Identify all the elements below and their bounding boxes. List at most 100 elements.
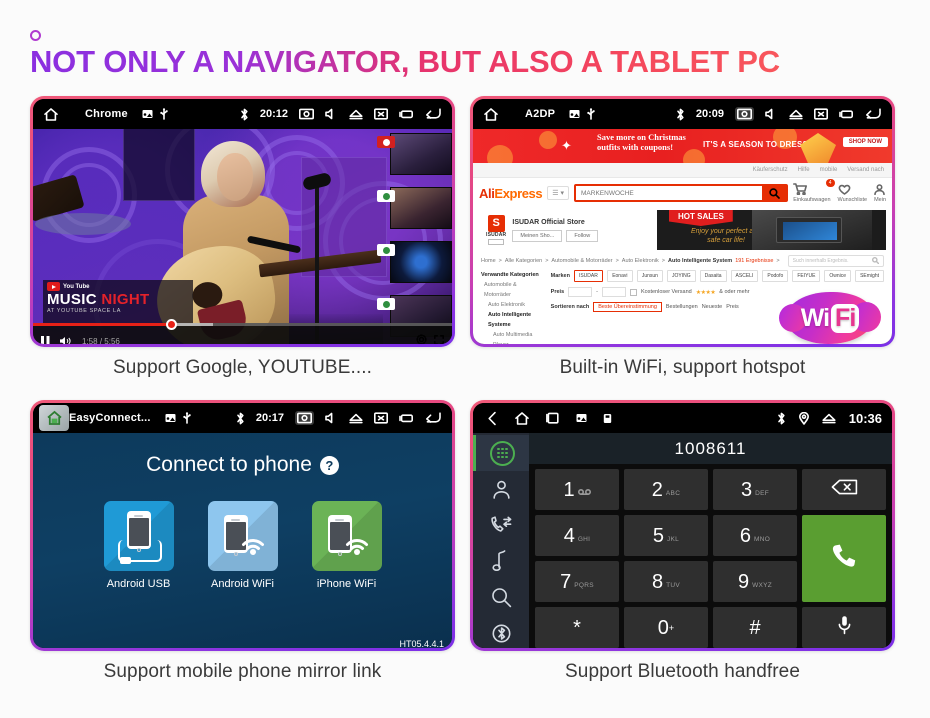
pause-button[interactable] xyxy=(41,336,50,344)
brand-chip[interactable]: Dasaita xyxy=(699,270,727,282)
close-icon[interactable] xyxy=(374,412,388,424)
phone-number-display[interactable]: 1008611 xyxy=(529,433,892,464)
connect-option-android-wifi[interactable]: Android WiFi xyxy=(207,501,278,590)
screenshot-icon[interactable] xyxy=(299,108,314,120)
home-icon[interactable] xyxy=(483,107,499,122)
category-dropdown[interactable]: ☰ ▾ xyxy=(547,186,570,200)
brand-chip[interactable]: Eonavi xyxy=(606,270,633,282)
key-9[interactable]: 9 WXYZ xyxy=(713,561,797,602)
bluetooth-settings-icon[interactable] xyxy=(473,615,529,648)
sort-price[interactable]: Preis xyxy=(726,304,739,310)
eject-icon[interactable] xyxy=(349,109,363,120)
mute-icon[interactable] xyxy=(765,108,778,120)
shop-now-button[interactable]: SHOP NOW xyxy=(842,137,888,147)
visit-store-button[interactable]: Meinen Sho... xyxy=(512,229,563,242)
back-icon[interactable] xyxy=(424,411,442,425)
connect-option-android-usb[interactable]: Android USB xyxy=(103,501,174,590)
fullscreen-icon[interactable] xyxy=(434,334,444,344)
topbar-link-help[interactable]: Hilfe xyxy=(798,167,810,173)
key-star[interactable]: * xyxy=(535,607,619,648)
breadcrumb-all-categories[interactable]: Alle Kategorien xyxy=(505,258,542,264)
related-video-list[interactable] xyxy=(377,129,452,344)
sidebar-item-multimedia[interactable]: Auto Multimedia Player xyxy=(481,330,543,344)
recents-icon[interactable] xyxy=(399,413,413,423)
close-icon[interactable] xyxy=(374,108,388,120)
screenshot-icon[interactable] xyxy=(735,107,754,121)
search-input[interactable] xyxy=(576,189,763,197)
phone-wifi-icon[interactable] xyxy=(207,501,278,571)
related-video-thumb[interactable] xyxy=(377,187,452,229)
sort-newest[interactable]: Neueste xyxy=(702,304,723,310)
follow-store-button[interactable]: Follow xyxy=(566,229,599,242)
sidebar-item-car-electronics[interactable]: Auto Elektronik xyxy=(481,300,543,310)
back-icon[interactable] xyxy=(424,107,442,121)
key-3[interactable]: 3 DEF xyxy=(713,469,797,510)
mute-icon[interactable] xyxy=(325,412,338,424)
dialpad-icon[interactable] xyxy=(473,435,529,471)
breadcrumb-home[interactable]: Home xyxy=(481,258,496,264)
related-video-thumb[interactable] xyxy=(377,133,452,175)
music-icon[interactable] xyxy=(473,543,529,579)
sidebar-item-intelligent-systems[interactable]: Auto Intelligente Systeme xyxy=(481,310,543,330)
brand-chip[interactable]: Junsun xyxy=(636,270,663,282)
topbar-link-buyer-protection[interactable]: Käuferschutz xyxy=(753,167,788,173)
topbar-link-mobile[interactable]: mobile xyxy=(820,167,838,173)
eject-icon[interactable] xyxy=(789,109,803,120)
key-2[interactable]: 2 ABC xyxy=(624,469,708,510)
back-icon[interactable] xyxy=(864,107,882,121)
progress-knob[interactable] xyxy=(166,319,178,330)
iphone-wifi-icon[interactable] xyxy=(311,501,382,571)
screenshot-icon[interactable] xyxy=(295,411,314,425)
store-banner[interactable]: S ISUDAR ISUDAR Official Store Meinen Sh… xyxy=(479,210,886,250)
rating-stars-icon[interactable]: ★★★★ xyxy=(696,289,716,296)
key-1[interactable]: 1 xyxy=(535,469,619,510)
brand-chip[interactable]: Podofo xyxy=(762,270,789,282)
related-video-thumb[interactable] xyxy=(377,241,452,283)
search-icon[interactable] xyxy=(762,186,787,200)
breadcrumb-car-electronics[interactable]: Auto Elektronik xyxy=(622,258,659,264)
wishlist-button[interactable]: Wunschliste xyxy=(838,184,867,203)
inner-search-icon[interactable] xyxy=(871,256,880,266)
contacts-icon[interactable] xyxy=(473,471,529,507)
connect-option-iphone-wifi[interactable]: iPhone WiFi xyxy=(311,501,382,590)
cart-button[interactable]: 4 Einkaufswagen xyxy=(793,179,835,203)
mute-icon[interactable] xyxy=(325,108,338,120)
brand-chip[interactable]: FEIYUE xyxy=(792,270,821,282)
recents-icon[interactable] xyxy=(546,411,560,425)
recents-icon[interactable] xyxy=(839,109,853,119)
key-7[interactable]: 7 PQRS xyxy=(535,561,619,602)
key-8[interactable]: 8 TUV xyxy=(624,561,708,602)
call-history-icon[interactable] xyxy=(473,507,529,543)
price-min-input[interactable] xyxy=(568,287,593,297)
phone-usb-icon[interactable] xyxy=(103,501,174,571)
video-progress-bar[interactable] xyxy=(33,319,452,330)
brand-chip[interactable]: SEmight xyxy=(855,270,884,282)
close-icon[interactable] xyxy=(814,108,828,120)
price-max-input[interactable] xyxy=(601,287,626,297)
back-icon[interactable] xyxy=(487,411,498,426)
browser-content[interactable]: ✦ Save more on Christmas outfits with co… xyxy=(473,129,892,344)
voice-dial-button[interactable] xyxy=(802,607,886,648)
key-0[interactable]: 0 + xyxy=(624,607,708,648)
key-4[interactable]: 4 GHI xyxy=(535,515,619,556)
account-button[interactable]: Mein xyxy=(874,183,886,203)
brand-chip[interactable]: Ownice xyxy=(824,270,852,282)
youtube-player[interactable]: You Tube MUSIC NIGHT AT YOUTUBE SPACE LA xyxy=(33,129,452,344)
home-icon[interactable] xyxy=(39,405,69,431)
promo-banner[interactable]: ✦ Save more on Christmas outfits with co… xyxy=(473,129,892,163)
search-icon[interactable] xyxy=(473,579,529,615)
brand-chip[interactable]: ASCELI xyxy=(730,270,759,282)
sort-best-match[interactable]: Beste Übereinstimmung xyxy=(593,302,662,312)
free-shipping-checkbox[interactable] xyxy=(629,288,637,296)
key-5[interactable]: 5 JKL xyxy=(624,515,708,556)
topbar-link-shipto[interactable]: Versand nach xyxy=(847,167,884,173)
settings-gear-icon[interactable] xyxy=(416,334,427,344)
brand-chip[interactable]: JOYING xyxy=(666,270,696,282)
call-button[interactable] xyxy=(802,515,886,602)
breadcrumb-automotive[interactable]: Automobile & Motorräder xyxy=(551,258,612,264)
eject-icon[interactable] xyxy=(349,413,363,424)
backspace-button[interactable] xyxy=(802,469,886,510)
eject-icon[interactable] xyxy=(822,413,836,424)
sidebar-item-automotive[interactable]: Automobile & Motorräder xyxy=(481,280,543,300)
recents-icon[interactable] xyxy=(399,109,413,119)
